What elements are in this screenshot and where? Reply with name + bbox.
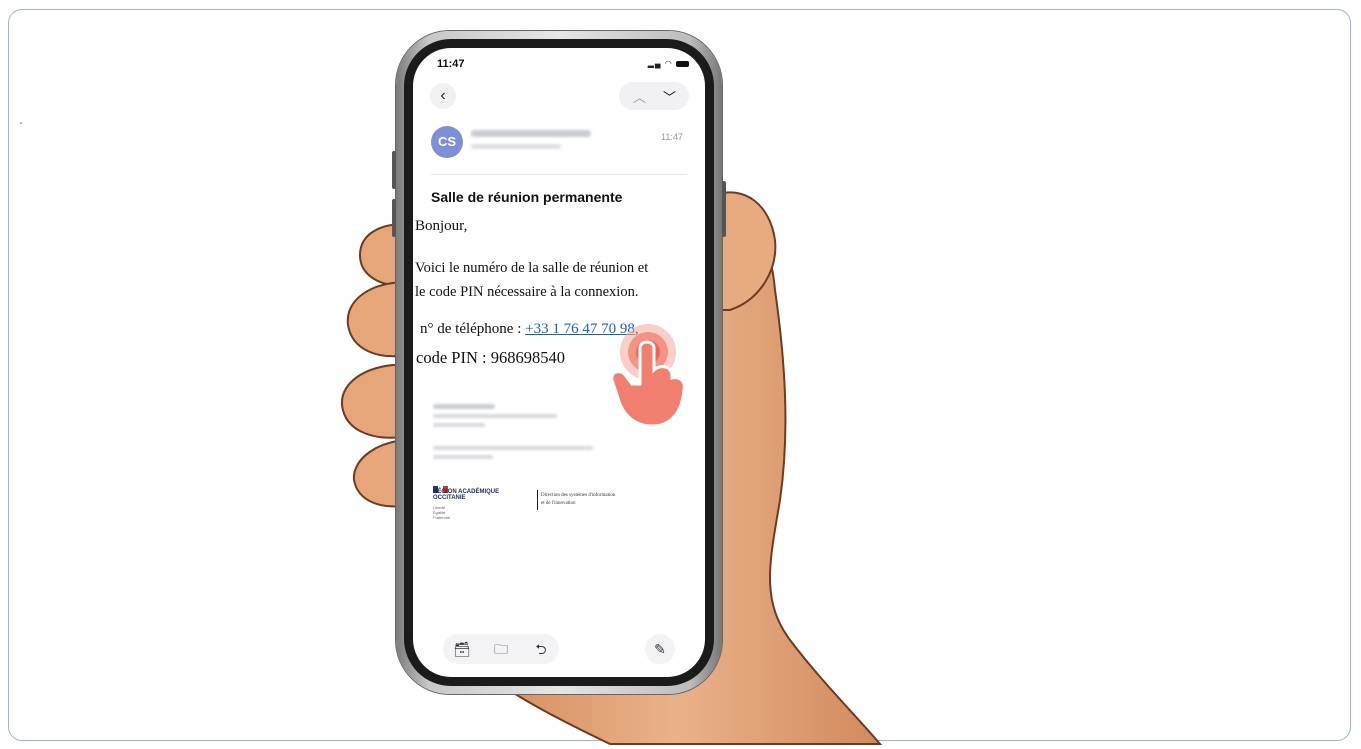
signature-blurred — [433, 423, 485, 427]
folder-icon[interactable]: 🗀 — [493, 641, 509, 657]
logo-divider — [537, 490, 538, 510]
signature-blurred — [433, 455, 493, 459]
bottom-toolbar: 🗃 🗀 ⮌ — [443, 634, 559, 664]
chevron-left-icon: ‹ — [440, 87, 446, 104]
compose-icon: ✎ — [654, 641, 666, 657]
sender-avatar: CS — [431, 126, 463, 158]
volume-button — [392, 151, 396, 189]
sender-name-blurred — [471, 130, 591, 137]
wifi-icon: ◠ — [664, 59, 673, 68]
email-greeting: Bonjour, — [415, 218, 468, 234]
republic-flag-icon — [433, 480, 450, 493]
signature-blurred — [433, 404, 495, 409]
logo-line-2: OCCITANIE — [433, 495, 466, 501]
header-divider — [431, 174, 687, 175]
logo-motto: Liberté Égalité Fraternité — [433, 505, 450, 520]
email-line-2: le code PIN nécessaire à la connexion. — [415, 284, 639, 300]
tap-indicator — [610, 324, 686, 428]
email-line-1: Voici le numéro de la salle de réunion e… — [415, 260, 649, 276]
chevron-up-icon[interactable]: ︿ — [633, 87, 646, 106]
signal-icon: ▂▄ — [647, 59, 662, 68]
status-time: 11:47 — [437, 58, 465, 70]
power-button — [722, 181, 726, 237]
battery-icon — [676, 60, 689, 67]
chevron-down-icon[interactable]: ﹀ — [663, 87, 676, 106]
dept-line-2: et de l'innovation — [541, 501, 576, 506]
email-subject: Salle de réunion permanente — [431, 189, 623, 205]
message-nav: ︿ ﹀ — [619, 82, 689, 110]
signature-blurred — [433, 414, 557, 418]
phone-label: n° de téléphone : — [420, 321, 526, 337]
status-icons: ▂▄ ◠ — [648, 59, 689, 68]
pin-line: code PIN : 968698540 — [416, 348, 565, 367]
mail-time: 11:47 — [661, 132, 683, 142]
archive-icon[interactable]: 🗃 — [453, 641, 471, 657]
sender-recipient-blurred — [471, 144, 561, 149]
volume-button — [392, 199, 396, 237]
motto-line: Fraternité — [433, 515, 451, 520]
department-text: Direction des systèmes d'information et … — [541, 492, 615, 508]
logo-text: RÉGION ACADÉMIQUE OCCITANIE — [433, 489, 499, 501]
back-button[interactable]: ‹ — [430, 83, 456, 109]
reply-icon[interactable]: ⮌ — [533, 641, 549, 657]
compose-button[interactable]: ✎ — [645, 634, 675, 664]
dept-line-1: Direction des systèmes d'information — [541, 493, 616, 498]
signature-blurred — [433, 446, 593, 450]
